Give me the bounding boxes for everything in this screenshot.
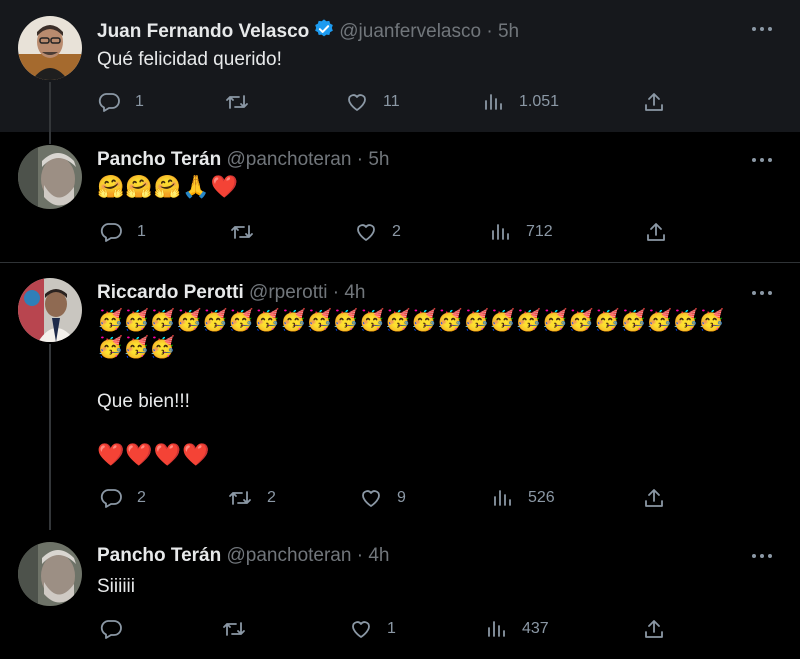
reply-icon — [98, 93, 120, 112]
views-button[interactable]: 1.051 — [483, 90, 559, 114]
like-button[interactable]: 1 — [349, 617, 396, 641]
view-count: 1.051 — [519, 93, 560, 110]
timestamp[interactable]: 4h — [368, 545, 389, 566]
tweet[interactable]: Juan Fernando Velasco @juanfervelasco · 5… — [0, 0, 800, 132]
author-name[interactable]: Riccardo Perotti — [97, 282, 244, 303]
views-icon — [492, 224, 509, 240]
share-icon — [645, 620, 663, 638]
separator-dot: · — [356, 149, 364, 170]
timestamp[interactable]: 4h — [344, 282, 365, 303]
like-count: 9 — [397, 489, 406, 506]
tweet-emojis-line-1: 🥳🥳🥳🥳🥳🥳🥳🥳🥳🥳🥳🥳🥳🥳🥳🥳🥳🥳🥳🥳🥳🥳🥳🥳 — [97, 308, 725, 332]
timestamp[interactable]: 5h — [498, 21, 519, 42]
like-icon — [352, 621, 370, 638]
share-icon — [645, 93, 663, 111]
like-button[interactable]: 11 — [345, 90, 400, 114]
thread-line — [49, 132, 51, 144]
tweet-hearts: ❤️❤️❤️❤️ — [97, 443, 211, 468]
separator-dot: · — [356, 545, 364, 566]
like-count: 1 — [387, 620, 396, 637]
tweet-emojis-line-2: 🥳🥳🥳 — [97, 335, 176, 359]
retweet-icon — [223, 622, 245, 636]
author-name[interactable]: Pancho Terán — [97, 545, 221, 566]
thread-line — [49, 344, 51, 530]
author-name[interactable]: Pancho Terán — [97, 149, 221, 170]
tweet[interactable]: Riccardo Perotti @rperotti · 4h 🥳🥳🥳🥳🥳🥳🥳🥳… — [0, 263, 800, 530]
retweet-button[interactable]: 2 — [227, 486, 276, 510]
view-count: 437 — [522, 620, 549, 637]
reply-button[interactable] — [99, 617, 137, 641]
separator-dot: · — [486, 21, 493, 42]
reply-button[interactable]: 1 — [99, 220, 146, 244]
views-icon — [485, 94, 502, 110]
view-count: 526 — [528, 489, 555, 506]
reply-button[interactable]: 1 — [97, 90, 144, 114]
avatar[interactable] — [18, 145, 82, 209]
reply-icon — [100, 223, 122, 242]
view-count: 712 — [526, 223, 553, 240]
tweet-text: Qué felicidad querido! — [97, 49, 282, 70]
retweet-icon — [229, 491, 251, 505]
action-bar: 2 2 9 526 — [97, 486, 677, 510]
more-icon[interactable] — [752, 552, 774, 560]
share-button[interactable] — [643, 617, 665, 641]
tweet[interactable]: Pancho Terán @panchoteran · 5h 🤗🤗🤗🙏❤️ 1 … — [0, 132, 800, 262]
tweet-header: Riccardo Perotti @rperotti · 4h — [97, 282, 366, 304]
more-icon[interactable] — [752, 156, 774, 164]
like-button[interactable]: 2 — [354, 220, 401, 244]
verified-badge-icon — [313, 18, 335, 46]
share-icon — [645, 489, 663, 507]
retweet-button[interactable] — [229, 220, 269, 244]
like-count: 11 — [383, 93, 400, 110]
more-icon[interactable] — [752, 25, 774, 33]
avatar[interactable] — [18, 542, 82, 606]
separator-dot: · — [332, 282, 340, 303]
author-handle[interactable]: @panchoteran — [227, 545, 352, 566]
views-icon — [494, 490, 511, 506]
like-button[interactable]: 9 — [359, 486, 406, 510]
tweet-header: Juan Fernando Velasco @juanfervelasco · 5… — [97, 18, 519, 46]
avatar[interactable] — [18, 16, 82, 80]
reply-button[interactable]: 2 — [99, 486, 146, 510]
author-handle[interactable]: @juanfervelasco — [339, 21, 481, 42]
tweet[interactable]: Pancho Terán @panchoteran · 4h Siiiiii 1… — [0, 530, 800, 659]
like-icon — [357, 224, 375, 241]
share-button[interactable] — [643, 90, 665, 114]
tweet-text: Que bien!!! — [97, 391, 190, 412]
reply-icon — [100, 620, 122, 639]
avatar[interactable] — [18, 278, 82, 342]
retweet-count: 2 — [267, 489, 276, 506]
more-icon[interactable] — [752, 289, 774, 297]
author-name[interactable]: Juan Fernando Velasco — [97, 21, 309, 42]
action-bar: 1 437 — [97, 617, 677, 641]
tweet-text: Siiiiii — [97, 576, 135, 597]
reply-icon — [100, 489, 122, 508]
share-button[interactable] — [643, 486, 665, 510]
author-handle[interactable]: @panchoteran — [227, 149, 352, 170]
views-button[interactable]: 712 — [490, 220, 553, 244]
views-button[interactable]: 526 — [492, 486, 555, 510]
retweet-icon — [231, 225, 253, 239]
like-count: 2 — [392, 223, 401, 240]
views-icon — [488, 621, 505, 637]
reply-count: 1 — [135, 93, 144, 110]
share-icon — [647, 223, 665, 241]
reply-count: 2 — [137, 489, 146, 506]
like-icon — [348, 94, 366, 111]
author-handle[interactable]: @rperotti — [249, 282, 327, 303]
retweet-button[interactable] — [221, 617, 261, 641]
timestamp[interactable]: 5h — [368, 149, 389, 170]
retweet-icon — [226, 95, 248, 109]
views-button[interactable]: 437 — [486, 617, 549, 641]
share-button[interactable] — [645, 220, 667, 244]
action-bar: 1 11 1.051 — [97, 90, 677, 114]
thread-line — [49, 82, 51, 132]
tweet-header: Pancho Terán @panchoteran · 5h — [97, 149, 389, 171]
tweet-emojis: 🤗🤗🤗🙏❤️ — [97, 175, 239, 200]
action-bar: 1 2 712 — [97, 220, 677, 244]
like-icon — [362, 490, 380, 507]
reply-count: 1 — [137, 223, 146, 240]
tweet-header: Pancho Terán @panchoteran · 4h — [97, 545, 389, 567]
retweet-button[interactable] — [224, 90, 264, 114]
